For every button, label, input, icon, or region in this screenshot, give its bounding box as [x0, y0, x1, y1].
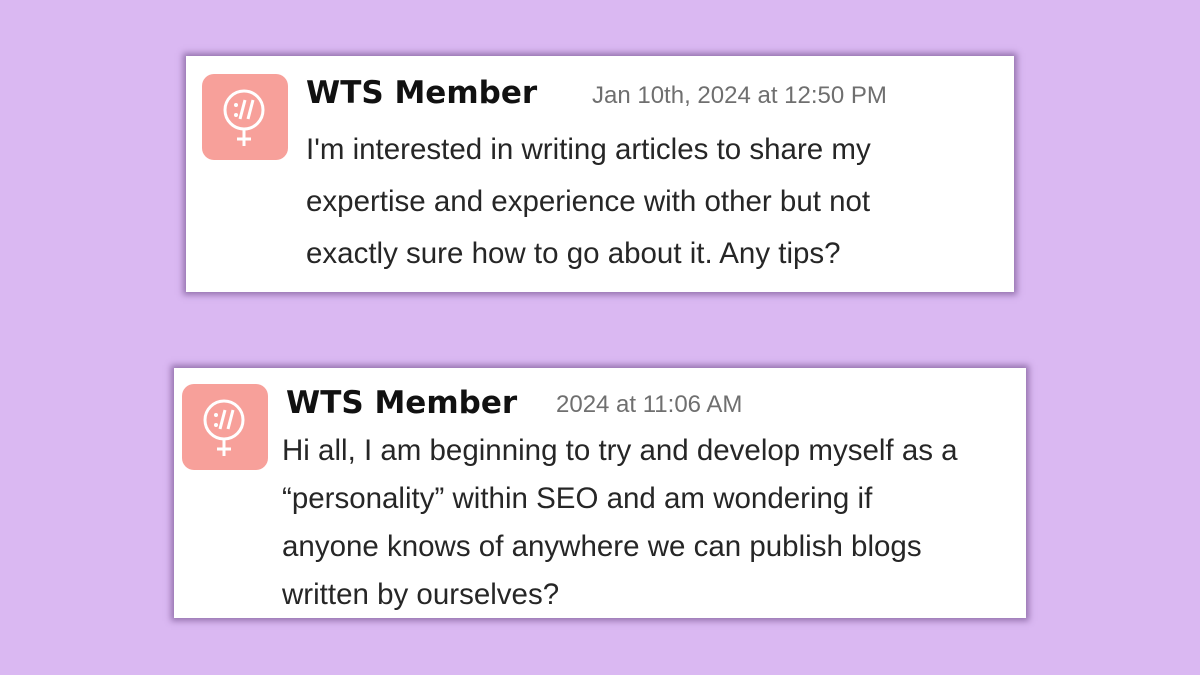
message-timestamp[interactable]: 2024 at 11:06 AM — [556, 393, 742, 417]
message-card: WTS Member 2024 at 11:06 AM Hi all, I am… — [174, 368, 1026, 618]
message-text: I'm interested in writing articles to sh… — [306, 133, 871, 270]
wts-logo-icon — [203, 399, 245, 456]
avatar[interactable] — [202, 74, 288, 160]
message-text: Hi all, I am beginning to try and develo… — [282, 434, 958, 611]
avatar[interactable] — [182, 384, 268, 470]
author-name[interactable]: WTS Member — [286, 388, 517, 419]
message-timestamp[interactable]: Jan 10th, 2024 at 12:50 PM — [592, 84, 887, 108]
wts-logo-icon — [223, 89, 265, 146]
message-card: WTS Member Jan 10th, 2024 at 12:50 PM I'… — [186, 56, 1014, 292]
author-name[interactable]: WTS Member — [306, 78, 537, 109]
